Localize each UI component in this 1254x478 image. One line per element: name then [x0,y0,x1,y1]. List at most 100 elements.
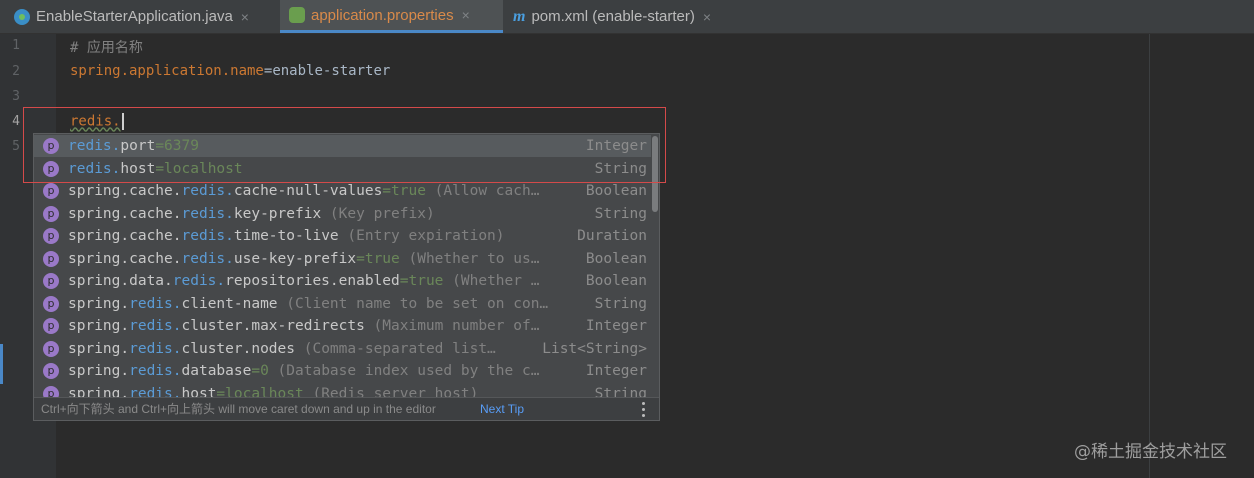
completion-item-post: cluster.max-redirects [181,318,365,334]
completion-item-desc: (Whether … [443,273,540,289]
completion-item[interactable]: p spring.cache.redis.time-to-live (Entry … [34,225,651,247]
completion-item-text: spring.redis.client-name (Client name to… [68,293,548,315]
completion-item-text: spring.cache.redis.cache-null-values=tru… [68,180,548,202]
property-icon: p [43,250,59,267]
completion-item-default: =true [399,273,444,289]
line-number: 5 [12,139,20,154]
completion-item-type: Integer [585,318,647,334]
completion-item-post: cluster.nodes [181,340,296,357]
completion-item-match: redis. [129,295,182,312]
completion-item-desc: (Maximum number of… [364,318,540,334]
line-number: 3 [12,89,20,104]
right-margin-guide [1149,34,1150,478]
completion-item-desc: (Database index used by the c… [268,363,540,379]
completion-item-text: spring.redis.database=0 (Database index … [68,360,548,382]
completion-item-desc: (Client name to be set on con… [277,295,548,312]
completion-item-type: Boolean [585,250,647,267]
completion-item-pre: spring. [68,295,130,312]
completion-item-match: redis. [129,318,182,334]
completion-item-pre: spring.cache. [68,228,182,244]
completion-item-match: redis. [181,183,234,199]
editor-tab-bar: EnableStarterApplication.java × applicat… [0,0,1254,34]
completion-item-post: client-name [181,295,278,312]
completion-item-match: redis. [181,228,234,244]
more-options-icon[interactable] [642,402,646,420]
tab-enable-starter-application[interactable]: EnableStarterApplication.java × [10,0,280,33]
completion-item-type: String [594,205,647,222]
completion-item-default: =true [382,183,426,199]
completion-item[interactable]: p spring.data.redis.repositories.enabled=… [34,270,651,292]
completion-item-type: Duration [577,228,647,244]
completion-item-type: String [594,295,647,312]
completion-item-text: spring.cache.redis.key-prefix (Key prefi… [68,203,548,225]
completion-item[interactable]: p spring.redis.database=0 (Database index… [34,360,651,382]
completion-item-default: =0 [251,363,269,379]
popup-footer: Ctrl+向下箭头 and Ctrl+向上箭头 will move caret … [34,397,659,420]
completion-item-match: redis. [129,363,182,379]
line-number: 2 [12,64,20,79]
watermark: @稀土掘金技术社区 [1074,442,1227,462]
line-number: 1 [12,38,20,53]
property-icon: p [43,205,59,222]
tab-label: pom.xml (enable-starter) [531,8,695,25]
property-icon: p [43,363,59,379]
properties-file-icon [289,7,305,23]
gutter-marker [0,344,3,384]
completion-item[interactable]: p spring.redis.client-name (Client name t… [34,293,651,315]
completion-item-type: Boolean [585,273,647,289]
completion-item-type: Integer [585,363,647,379]
close-icon[interactable]: × [241,9,249,25]
property-icon: p [43,318,59,334]
property-key: spring.application.name [70,63,264,79]
property-icon: p [43,183,59,199]
property-icon: p [43,295,59,312]
completion-item-type: List<String> [542,340,647,357]
completion-item-text: spring.redis.cluster.max-redirects (Maxi… [68,315,548,337]
completion-item-match: redis. [181,205,234,222]
code-line-comment: # 应用名称 [70,40,143,56]
completion-item[interactable]: p spring.cache.redis.use-key-prefix=true … [34,248,651,270]
completion-item-pre: spring.cache. [68,250,182,267]
property-icon: p [43,340,59,357]
property-icon: p [43,273,59,289]
completion-item-post: database [181,363,252,379]
completion-item-desc: (Comma-separated list… [295,340,496,357]
tab-application-properties[interactable]: application.properties × [280,0,503,33]
line-number: 4 [12,114,20,129]
completion-item[interactable]: p spring.cache.redis.cache-null-values=tr… [34,180,651,202]
completion-item-post: repositories.enabled [225,273,400,289]
completion-item-post: cache-null-values [233,183,383,199]
completion-item-text: spring.redis.cluster.nodes (Comma-separa… [68,338,548,360]
completion-item-text: spring.cache.redis.use-key-prefix=true (… [68,248,548,270]
annotation-highlight-box [23,107,666,183]
completion-item[interactable]: p spring.redis.cluster.nodes (Comma-separ… [34,338,651,360]
completion-item-pre: spring.cache. [68,205,182,222]
completion-item-type: Boolean [585,183,647,199]
property-value: enable-starter [272,63,391,79]
completion-item-desc: (Whether to us… [399,250,540,267]
completion-item-post: key-prefix [233,205,322,222]
tab-pom-xml[interactable]: m pom.xml (enable-starter) × [505,0,765,33]
completion-item-match: redis. [129,340,182,357]
maven-icon: m [513,7,526,25]
completion-item-default: =true [356,250,400,267]
completion-item[interactable]: p spring.redis.cluster.max-redirects (Max… [34,315,651,337]
completion-item-desc: (Entry expiration) [338,228,505,244]
footer-hint: Ctrl+向下箭头 and Ctrl+向上箭头 will move caret … [41,402,436,416]
completion-item-match: redis. [181,250,234,267]
completion-item-pre: spring. [68,340,130,357]
completion-item-text: spring.cache.redis.time-to-live (Entry e… [68,225,548,247]
completion-item[interactable]: p spring.cache.redis.key-prefix (Key pref… [34,203,651,225]
next-tip-link[interactable]: Next Tip [480,398,524,420]
close-icon[interactable]: × [462,7,470,23]
completion-item-pre: spring.cache. [68,183,182,199]
close-icon[interactable]: × [703,9,711,25]
completion-item-text: spring.data.redis.repositories.enabled=t… [68,270,548,292]
completion-item-desc: (Key prefix) [321,205,435,222]
completion-item-pre: spring. [68,363,130,379]
completion-item-match: redis. [172,273,226,289]
tab-label: application.properties [311,6,454,24]
completion-item-desc: (Allow cach… [425,183,540,199]
completion-item-post: use-key-prefix [233,250,357,267]
completion-item-pre: spring. [68,318,130,334]
